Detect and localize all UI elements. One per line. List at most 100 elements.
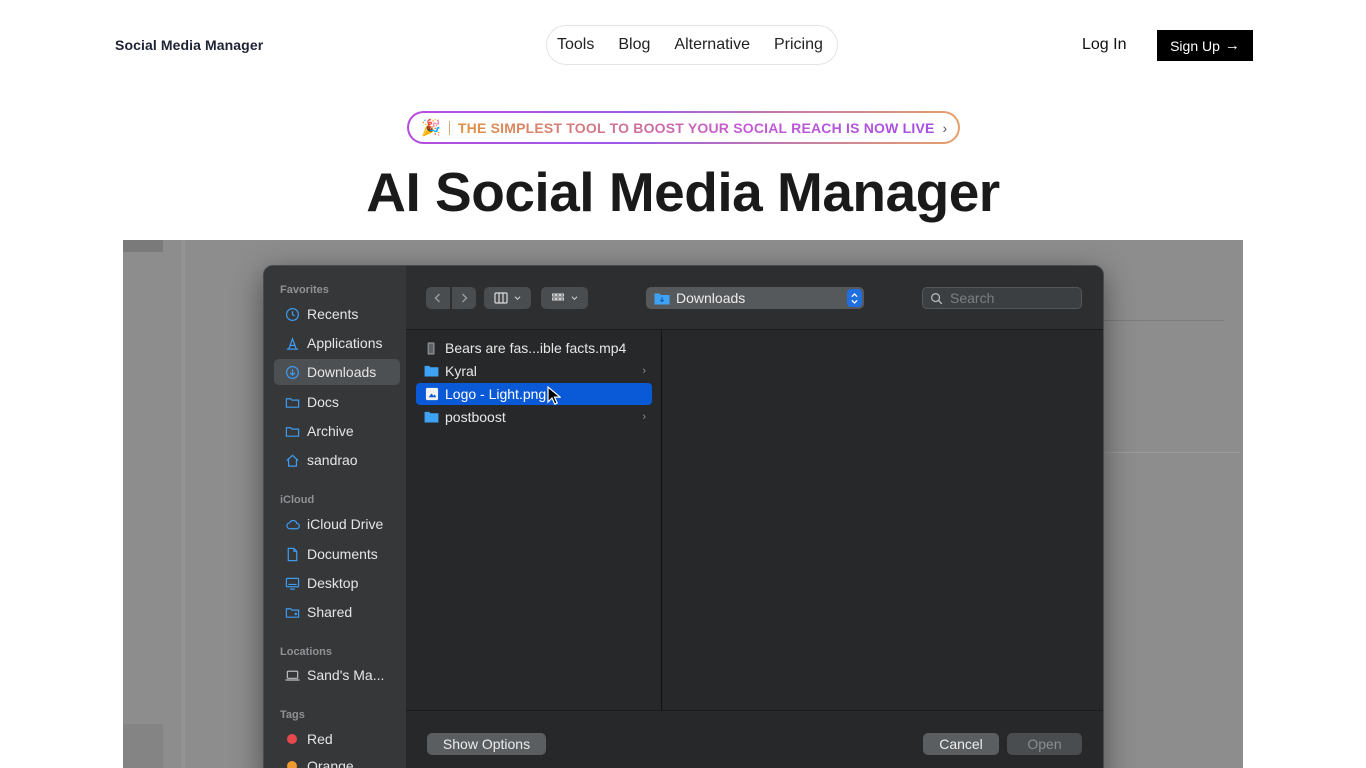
laptop-icon [284,667,300,683]
signup-label: Sign Up [1170,37,1220,54]
desktop-icon [284,575,300,591]
sidebar-item-label: Desktop [307,575,359,591]
file-column: Bears are fas...ible facts.mp4 Kyral › L… [406,331,662,710]
search-placeholder: Search [950,290,995,306]
forward-button[interactable] [452,287,476,309]
nav-alternative[interactable]: Alternative [674,36,750,54]
sidebar-item-label: Red [307,731,333,747]
folder-icon [424,364,439,379]
tag-color-dot [287,734,297,744]
group-button[interactable] [541,287,588,309]
party-popper-icon: 🎉 [421,119,441,137]
sidebar-item-downloads[interactable]: Downloads [274,359,400,385]
sidebar-item-label: Recents [307,306,359,322]
background-fragment [123,724,163,768]
cloud-icon [284,516,300,532]
chevron-down-icon [571,296,577,300]
dialog-toolbar: Downloads Search [406,266,1103,330]
sidebar-item-label: iCloud Drive [307,516,384,532]
grid-icon [551,293,564,301]
folder-icon [284,423,300,439]
nav-tools[interactable]: Tools [557,36,594,54]
open-button[interactable]: Open [1007,733,1082,755]
sidebar-item-documents[interactable]: Documents [274,541,400,567]
login-link[interactable]: Log In [1082,36,1126,54]
search-field[interactable]: Search [922,287,1082,309]
sidebar-item-label: Sand's Ma... [307,667,385,683]
sidebar-section-locations: Locations [280,646,332,658]
sidebar-tag-red[interactable]: Red [274,726,400,752]
file-name: Logo - Light.png [445,386,547,402]
file-open-dialog: Favorites Recents Applications Downloads… [263,265,1104,768]
location-label: Downloads [676,290,746,306]
chevron-left-icon [434,293,440,303]
sidebar-section-favorites: Favorites [280,284,329,296]
chevron-right-icon [462,293,468,303]
folder-icon [284,394,300,410]
chevron-right-icon: › [642,365,646,377]
file-item-selected[interactable]: Logo - Light.png [416,383,652,405]
nav-pricing[interactable]: Pricing [774,36,823,54]
sidebar-item-applications[interactable]: Applications [274,330,400,356]
cancel-button[interactable]: Cancel [923,733,999,755]
sidebar-item-label: Downloads [307,364,377,380]
file-name: postboost [445,409,506,425]
arrow-right-icon: → [1224,37,1240,54]
sidebar-item-home[interactable]: sandrao [274,447,400,473]
dialog-footer: Show Options Cancel Open [406,710,1103,768]
brand-logo-text[interactable]: Social Media Manager [115,37,263,53]
announcement-banner[interactable]: 🎉 THE SIMPLEST TOOL TO BOOST YOUR SOCIAL… [407,111,960,144]
folder-item[interactable]: postboost › [416,406,652,428]
downloads-folder-icon [654,293,670,304]
sidebar-item-recents[interactable]: Recents [274,301,400,327]
location-popup[interactable]: Downloads [646,287,864,309]
sidebar-item-label: Documents [307,546,378,562]
show-options-button[interactable]: Show Options [427,733,546,755]
sidebar-item-desktop[interactable]: Desktop [274,570,400,596]
sidebar-section-tags: Tags [280,709,305,721]
stepper-icon [847,289,862,307]
file-name: Kyral [445,363,477,379]
main-nav: Tools Blog Alternative Pricing [546,25,838,65]
tag-color-dot [287,761,297,768]
folder-item[interactable]: Kyral › [416,360,652,382]
shared-folder-icon [284,604,300,620]
chevron-down-icon [514,296,520,300]
sidebar-item-label: Archive [307,423,354,439]
sidebar-item-label: sandrao [307,452,358,468]
background-fragment [181,240,185,768]
applications-icon [284,335,300,351]
background-fragment [1104,320,1224,321]
clock-icon [284,306,300,322]
view-mode-button[interactable] [484,287,531,309]
sidebar-item-docs[interactable]: Docs [274,389,400,415]
sidebar-item-archive[interactable]: Archive [274,418,400,444]
folder-icon [424,410,439,425]
download-icon [284,364,300,380]
sidebar-item-icloud-drive[interactable]: iCloud Drive [274,511,400,537]
file-name: Bears are fas...ible facts.mp4 [445,340,627,356]
background-fragment [1104,452,1240,453]
signup-button[interactable]: Sign Up → [1157,30,1253,61]
divider [448,120,450,135]
sidebar-item-label: Applications [307,335,383,351]
background-fragment [123,240,163,252]
chevron-right-icon: › [642,411,646,423]
dialog-sidebar: Favorites Recents Applications Downloads… [264,266,406,768]
search-icon [931,292,943,304]
back-button[interactable] [426,287,450,309]
columns-view-icon [493,292,508,304]
announcement-text: THE SIMPLEST TOOL TO BOOST YOUR SOCIAL R… [457,119,935,136]
nav-blog[interactable]: Blog [618,36,650,54]
sidebar-item-label: Docs [307,394,339,410]
sidebar-item-shared[interactable]: Shared [274,599,400,625]
chevron-right-icon: › [942,119,948,136]
sidebar-tag-orange[interactable]: Orange [274,753,400,768]
mouse-pointer-icon [547,386,561,405]
home-icon [284,452,300,468]
file-item[interactable]: Bears are fas...ible facts.mp4 [416,337,652,359]
image-file-icon [424,387,439,402]
video-file-icon [424,341,439,356]
sidebar-item-computer[interactable]: Sand's Ma... [274,662,400,688]
sidebar-section-icloud: iCloud [280,494,315,506]
